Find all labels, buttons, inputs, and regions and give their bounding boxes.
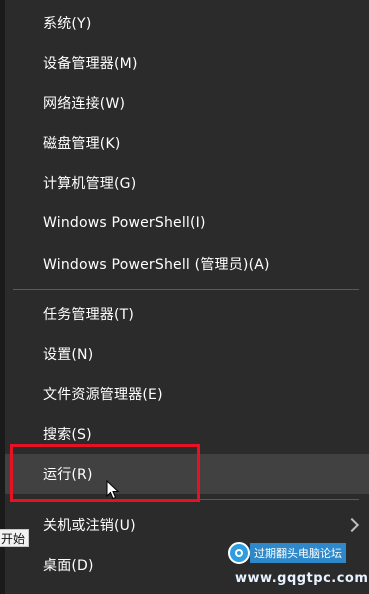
menu-item-label: 设备管理器(M) (43, 56, 138, 72)
menu-item-label: 关机或注销(U) (43, 518, 136, 534)
menu-item-powershell-admin[interactable]: Windows PowerShell (管理员)(A) (5, 244, 369, 284)
menu-item-search[interactable]: 搜索(S) (5, 414, 369, 454)
start-tooltip: 开始 (0, 529, 29, 547)
menu-item-shutdown-signout[interactable]: 关机或注销(U) (5, 505, 369, 545)
menu-item-device-manager[interactable]: 设备管理器(M) (5, 43, 369, 83)
menu-item-run[interactable]: 运行(R) (5, 454, 369, 494)
menu-item-settings[interactable]: 设置(N) (5, 334, 369, 374)
menu-item-label: Windows PowerShell(I) (43, 215, 206, 231)
chevron-right-icon (344, 517, 360, 533)
menu-item-system[interactable]: 系统(Y) (5, 3, 369, 43)
menu-item-powershell[interactable]: Windows PowerShell(I) (5, 203, 369, 243)
menu-separator (13, 289, 359, 290)
menu-item-task-manager[interactable]: 任务管理器(T) (5, 294, 369, 334)
menu-item-label: 磁盘管理(K) (43, 136, 121, 152)
menu-item-file-explorer[interactable]: 文件资源管理器(E) (5, 374, 369, 414)
menu-item-label: Windows PowerShell (管理员)(A) (43, 257, 270, 273)
menu-item-network-connections[interactable]: 网络连接(W) (5, 83, 369, 123)
menu-item-label: 任务管理器(T) (43, 307, 135, 323)
menu-item-label: 计算机管理(G) (43, 176, 137, 192)
menu-item-desktop[interactable]: 桌面(D) (5, 545, 369, 585)
menu-item-label: 桌面(D) (43, 558, 94, 574)
menu-item-label: 系统(Y) (43, 16, 92, 32)
winx-context-menu: 系统(Y) 设备管理器(M) 网络连接(W) 磁盘管理(K) 计算机管理(G) … (5, 0, 369, 594)
menu-item-label: 搜索(S) (43, 427, 92, 443)
menu-item-label: 设置(N) (43, 347, 94, 363)
menu-item-computer-management[interactable]: 计算机管理(G) (5, 163, 369, 203)
menu-separator (13, 499, 359, 500)
mouse-pointer-icon (106, 480, 120, 500)
menu-item-disk-management[interactable]: 磁盘管理(K) (5, 123, 369, 163)
menu-item-label: 文件资源管理器(E) (43, 387, 163, 403)
tooltip-text: 开始 (1, 531, 26, 546)
menu-item-label: 网络连接(W) (43, 96, 126, 112)
menu-item-label: 运行(R) (43, 467, 93, 483)
